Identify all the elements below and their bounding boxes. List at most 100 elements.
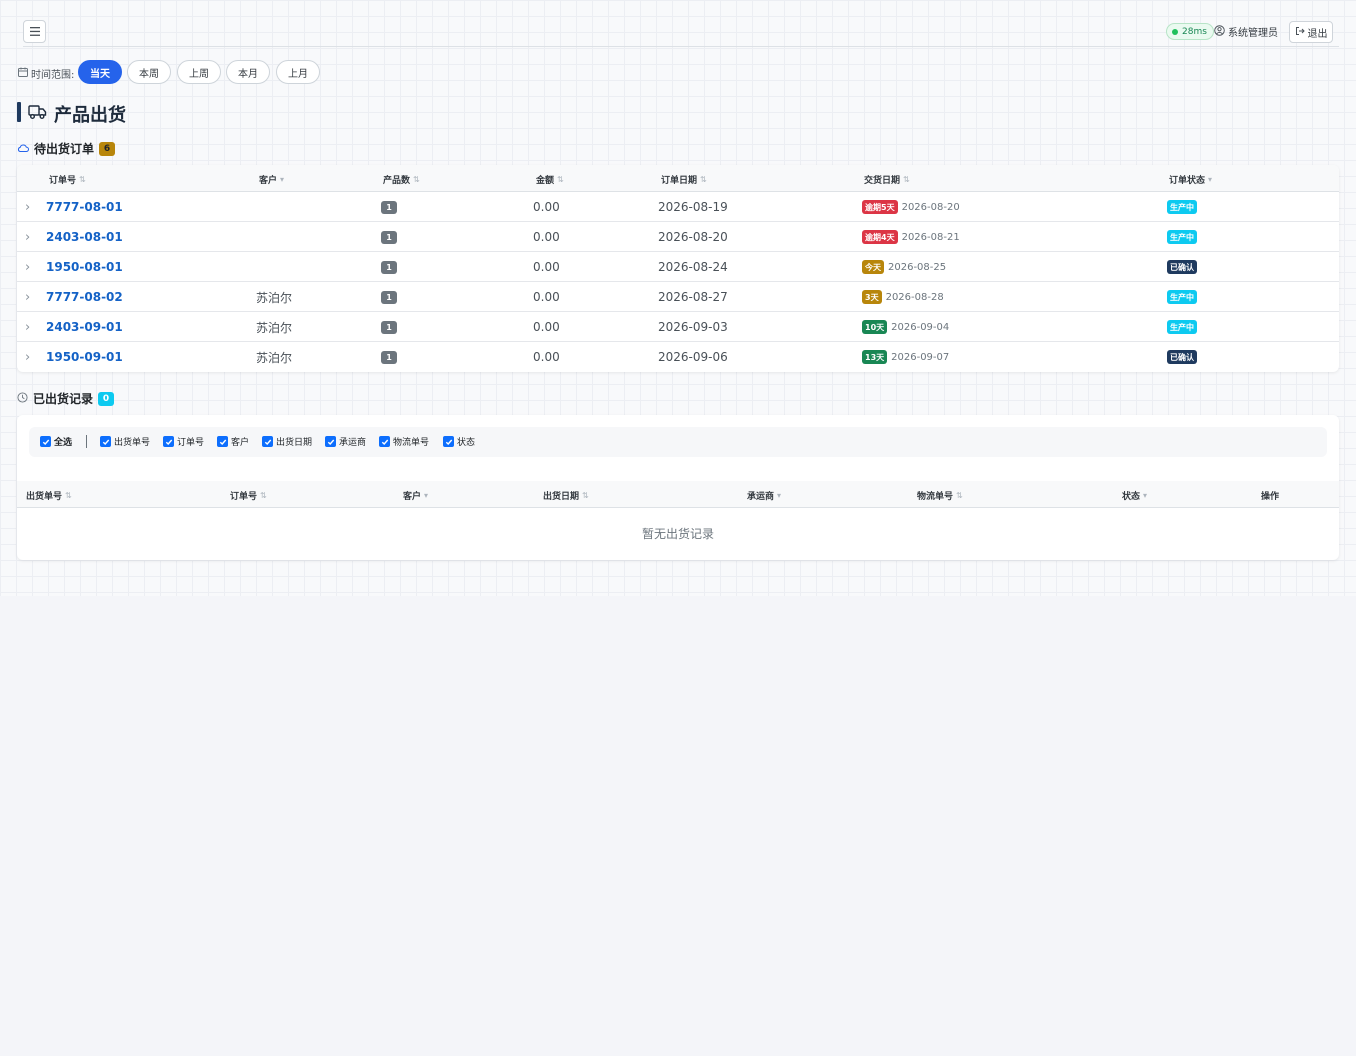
order-number-link[interactable]: 7777-08-01 [46, 200, 123, 214]
filter-order-no[interactable]: 订单号 [163, 435, 204, 448]
qty-badge: 1 [381, 350, 397, 364]
due-countdown-badge: 10天 [862, 320, 888, 334]
filter-customer[interactable]: 客户 [217, 435, 249, 448]
filter-caret-icon: ▾ [777, 491, 782, 500]
calendar-icon [18, 67, 28, 80]
order-number-link[interactable]: 1950-08-01 [46, 260, 123, 274]
user-circle-icon [1214, 24, 1225, 39]
table-row[interactable]: › 2403-08-01 1 0.00 2026-08-20 逾期4天 2026-08-21… [17, 222, 1339, 252]
range-last-month-button[interactable]: 上月 [276, 60, 320, 84]
col-carrier[interactable]: 承运商 ▾ [747, 489, 781, 502]
sort-icon: ⇅ [413, 175, 420, 184]
col-order-no[interactable]: 订单号 ⇅ [230, 489, 267, 502]
due-date-cell: 2026-08-21 [901, 231, 960, 243]
logout-icon [1295, 26, 1305, 39]
due-countdown-badge: 3天 [862, 290, 882, 304]
col-ship-date[interactable]: 出货日期 ⇅ [543, 489, 589, 502]
pending-table-body: › 7777-08-01 1 0.00 2026-08-19 逾期5天 2026-08-20… [17, 192, 1339, 372]
amount-cell: 0.00 [533, 260, 560, 274]
col-shipment-no[interactable]: 出货单号 ⇅ [26, 489, 72, 502]
order-date-cell: 2026-09-03 [658, 320, 728, 334]
logout-button[interactable]: 退出 [1289, 21, 1333, 43]
filter-select-all[interactable]: 全选 [40, 435, 72, 448]
qty-badge: 1 [381, 200, 397, 214]
sort-icon: ⇅ [79, 175, 86, 184]
range-last-week-button[interactable]: 上周 [177, 60, 221, 84]
shipped-count-badge: 0 [98, 391, 115, 406]
expand-row-button[interactable]: › [25, 312, 30, 342]
menu-toggle-button[interactable] [23, 20, 46, 43]
order-number-link[interactable]: 2403-09-01 [46, 320, 123, 334]
order-date-cell: 2026-08-19 [658, 200, 728, 214]
due-countdown-badge: 今天 [862, 260, 884, 274]
filter-caret-icon: ▾ [1143, 491, 1148, 500]
cloud-icon [17, 142, 29, 156]
order-date-cell: 2026-08-27 [658, 290, 728, 304]
expand-row-button[interactable]: › [25, 222, 30, 252]
col-tracking-no[interactable]: 物流单号 ⇅ [917, 489, 963, 502]
column-filter-bar: 全选 出货单号 订单号 客户 出货日期 承运商 物流单号 状态 [29, 427, 1327, 457]
due-date-cell: 2026-09-04 [891, 321, 950, 333]
col-due-date[interactable]: 交货日期 ⇅ [864, 173, 910, 186]
expand-row-button[interactable]: › [25, 192, 30, 222]
amount-cell: 0.00 [533, 200, 560, 214]
col-amount[interactable]: 金额 ⇅ [536, 173, 564, 186]
range-today-button[interactable]: 当天 [78, 60, 122, 84]
expand-row-button[interactable]: › [25, 282, 30, 312]
time-range-label: 时间范围: [18, 66, 74, 81]
col-status[interactable]: 状态 ▾ [1122, 489, 1147, 502]
filter-caret-icon: ▾ [424, 491, 429, 500]
filter-shipment-no[interactable]: 出货单号 [100, 435, 150, 448]
table-row[interactable]: › 2403-09-01 苏泊尔 1 0.00 2026-09-03 10天 2026-09-… [17, 312, 1339, 342]
expand-row-button[interactable]: › [25, 342, 30, 372]
qty-badge: 1 [381, 230, 397, 244]
user-info[interactable]: 系统管理员 [1214, 24, 1278, 39]
sort-icon: ⇅ [557, 175, 564, 184]
status-dot-icon [1172, 28, 1178, 35]
range-this-week-button[interactable]: 本周 [127, 60, 171, 84]
sort-icon: ⇅ [956, 491, 963, 500]
order-date-cell: 2026-08-20 [658, 230, 728, 244]
col-order-date[interactable]: 订单日期 ⇅ [661, 173, 707, 186]
chevron-right-icon: › [25, 289, 31, 305]
customer-cell: 苏泊尔 [256, 320, 293, 335]
qty-badge: 1 [381, 260, 397, 274]
order-status-badge: 生产中 [1167, 200, 1197, 214]
col-customer[interactable]: 客户 ▾ [259, 173, 284, 186]
latency-value: 28ms [1182, 26, 1207, 37]
due-date-cell: 2026-08-28 [885, 291, 944, 303]
col-actions: 操作 [1261, 492, 1280, 502]
chevron-right-icon: › [25, 349, 31, 365]
col-order-no[interactable]: 订单号 ⇅ [49, 173, 86, 186]
filter-ship-date[interactable]: 出货日期 [262, 435, 312, 448]
col-order-status[interactable]: 订单状态 ▾ [1169, 173, 1212, 186]
expand-row-button[interactable]: › [25, 252, 30, 282]
pending-title: 待出货订单 [34, 142, 95, 156]
due-countdown-badge: 13天 [862, 350, 888, 364]
checkbox-checked-icon [443, 436, 454, 447]
filter-carrier[interactable]: 承运商 [325, 435, 366, 448]
order-status-badge: 生产中 [1167, 230, 1197, 244]
pending-count-badge: 6 [99, 141, 116, 156]
chevron-right-icon: › [25, 229, 31, 245]
pending-table-header: 订单号 ⇅ 客户 ▾ 产品数 ⇅ 金额 ⇅ 订单日期 ⇅ 交货日期 ⇅ 订单状态 ▾ [17, 165, 1339, 192]
checkbox-checked-icon [40, 436, 51, 447]
filter-status[interactable]: 状态 [443, 435, 475, 448]
table-row[interactable]: › 7777-08-02 苏泊尔 1 0.00 2026-08-27 3天 2026-08-2… [17, 282, 1339, 312]
col-customer[interactable]: 客户 ▾ [403, 489, 428, 502]
order-number-link[interactable]: 1950-09-01 [46, 350, 123, 364]
customer-cell: 苏泊尔 [256, 350, 293, 365]
table-row[interactable]: › 7777-08-01 1 0.00 2026-08-19 逾期5天 2026-08-20… [17, 192, 1339, 222]
truck-icon [28, 104, 47, 123]
pending-orders-table: 订单号 ⇅ 客户 ▾ 产品数 ⇅ 金额 ⇅ 订单日期 ⇅ 交货日期 ⇅ 订单状态 ▾ › 777… [17, 165, 1339, 372]
filter-tracking-no[interactable]: 物流单号 [379, 435, 429, 448]
sort-icon: ⇅ [582, 491, 589, 500]
order-number-link[interactable]: 7777-08-02 [46, 290, 123, 304]
col-qty[interactable]: 产品数 ⇅ [383, 173, 420, 186]
table-row[interactable]: › 1950-08-01 1 0.00 2026-08-24 今天 2026-08-25 已确… [17, 252, 1339, 282]
range-this-month-button[interactable]: 本月 [226, 60, 270, 84]
order-number-link[interactable]: 2403-08-01 [46, 230, 123, 244]
order-status-badge: 生产中 [1167, 320, 1197, 334]
table-row[interactable]: › 1950-09-01 苏泊尔 1 0.00 2026-09-06 13天 2026-09-… [17, 342, 1339, 372]
pending-section-header: 待出货订单 6 [17, 140, 116, 157]
